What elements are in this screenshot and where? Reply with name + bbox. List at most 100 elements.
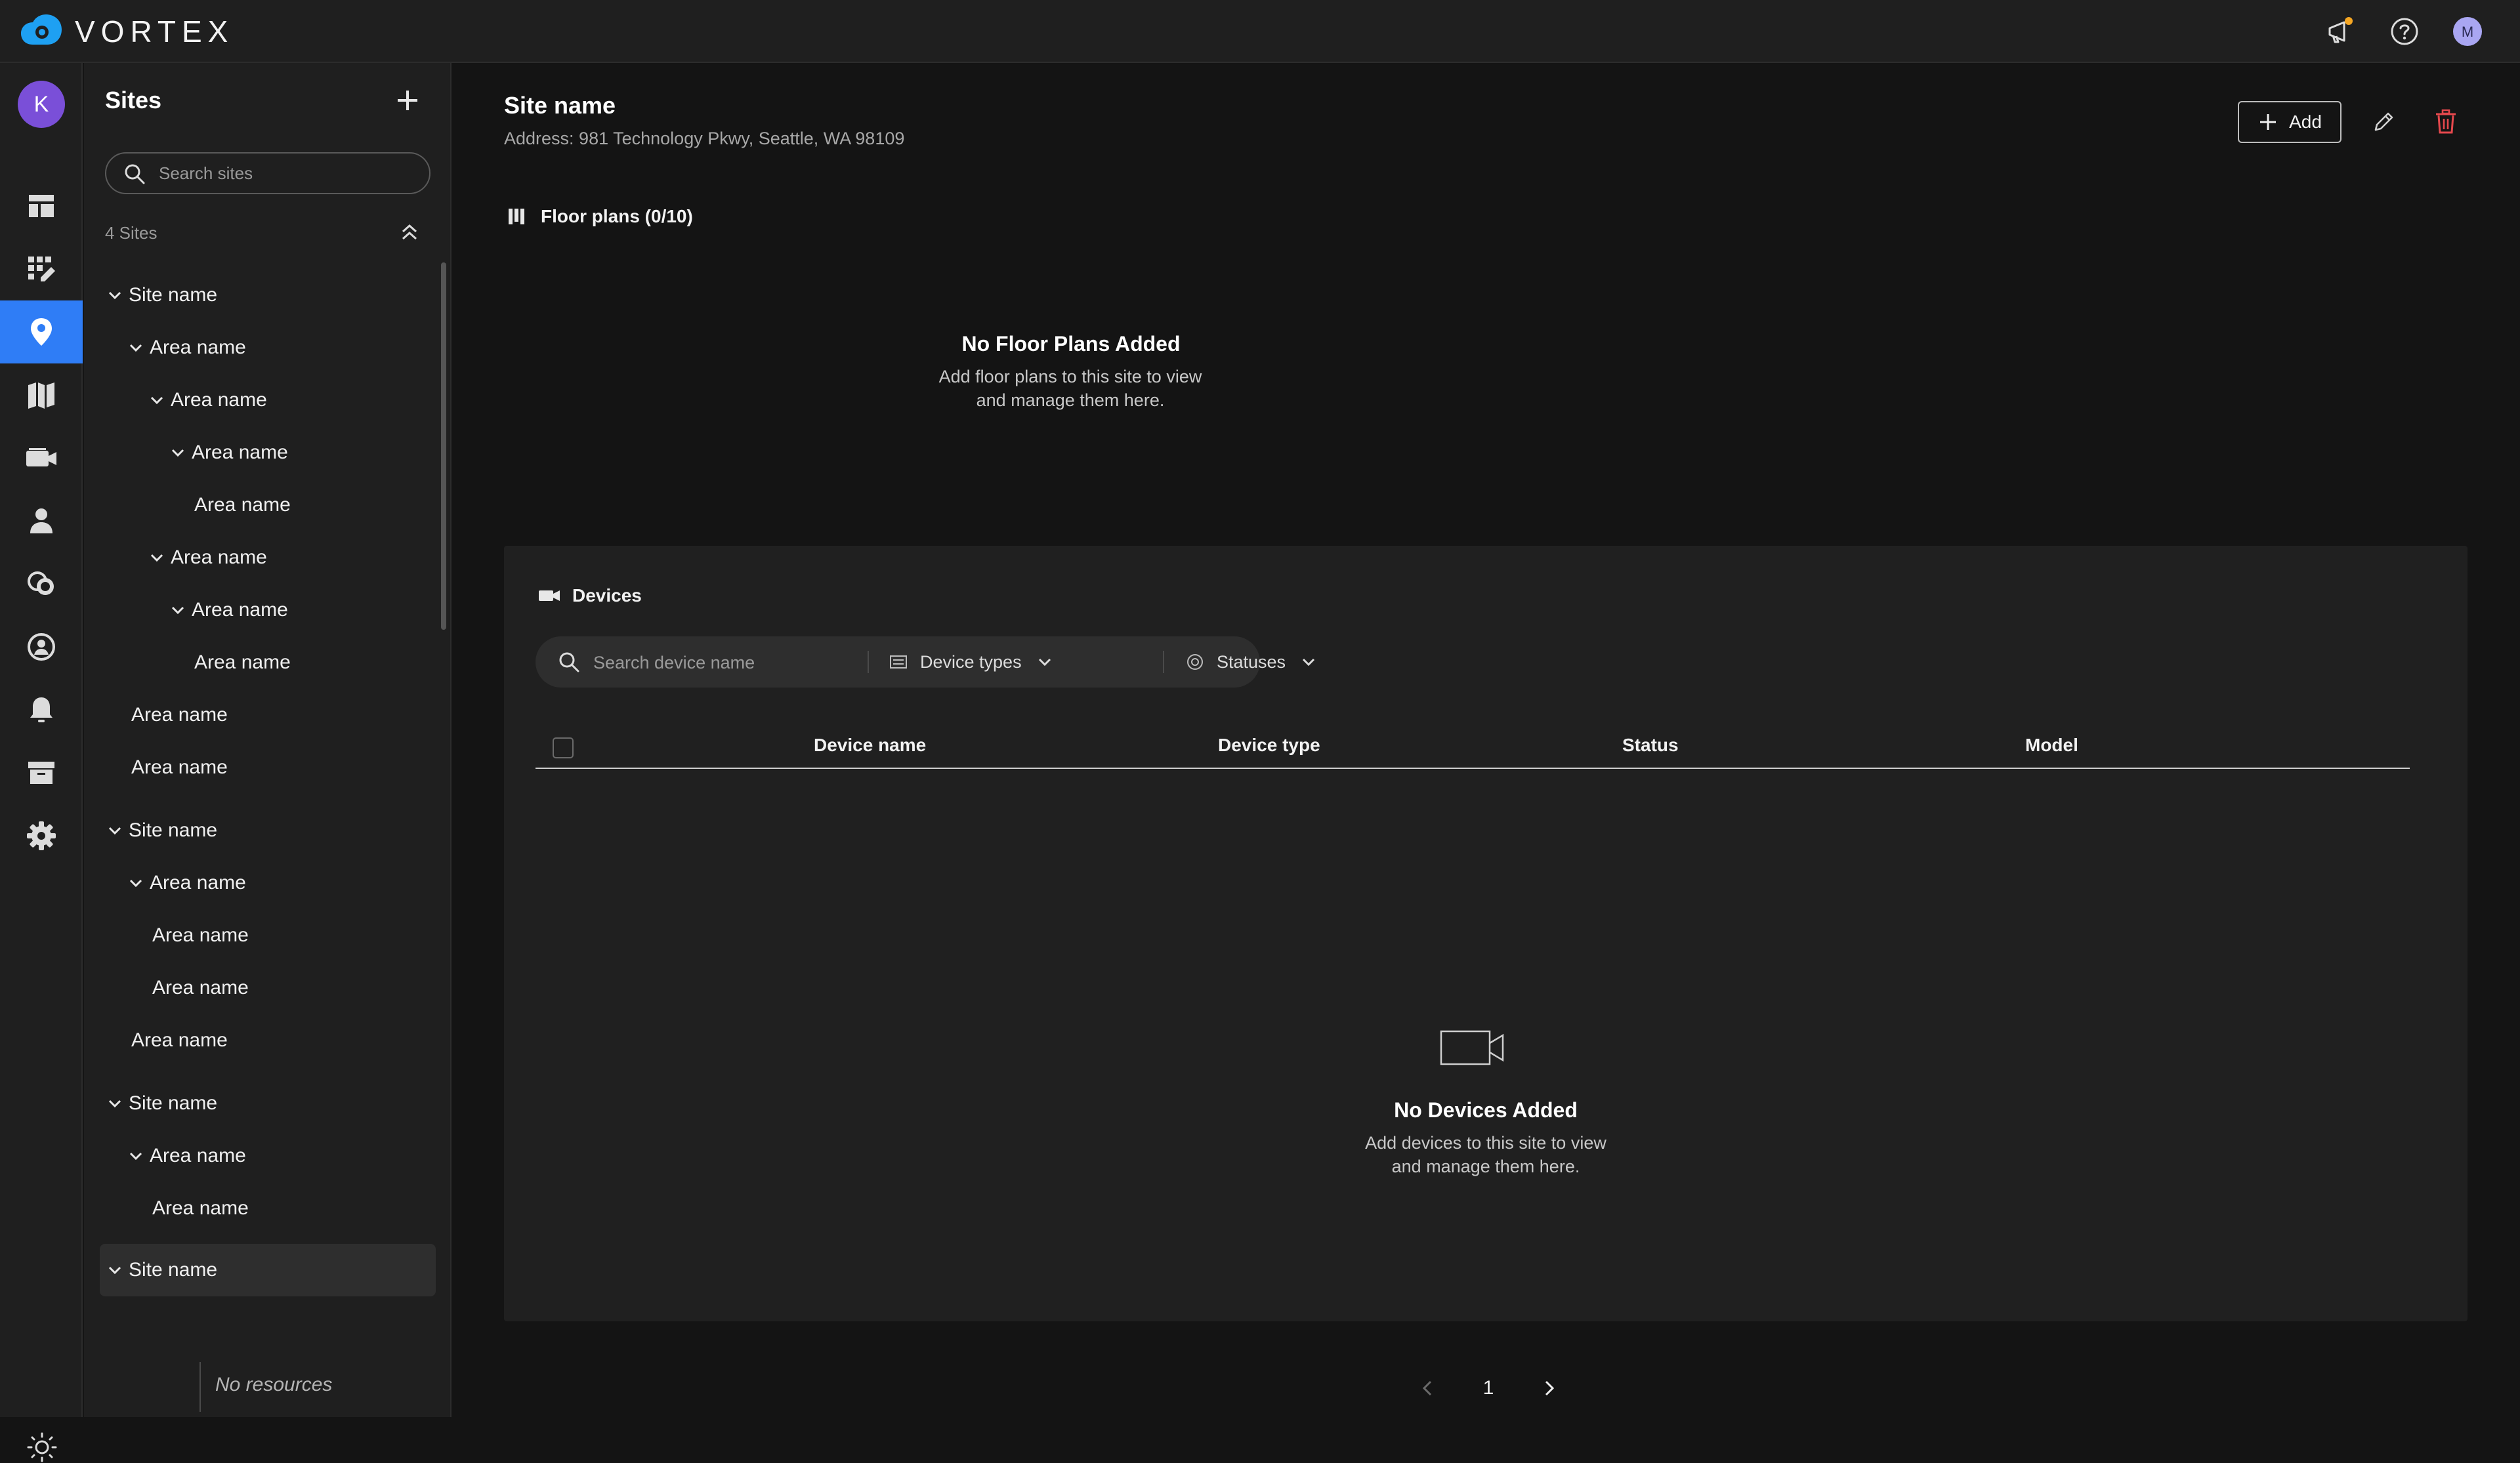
integrations-icon[interactable]	[0, 552, 83, 615]
chevron-down-icon[interactable]	[105, 1260, 125, 1280]
tree-item[interactable]: Area name	[168, 434, 288, 471]
main-content: Site name Address: 981 Technology Pkwy, …	[453, 63, 2520, 1417]
previous-page-icon[interactable]	[1415, 1375, 1441, 1401]
floor-plan-icon	[509, 209, 524, 224]
device-types-dropdown[interactable]: Device types	[889, 636, 1055, 688]
sites-location-icon[interactable]	[0, 300, 83, 363]
brand-name: VORTEX	[75, 14, 234, 49]
tree-item[interactable]: Area name	[194, 487, 291, 524]
device-list-icon	[890, 655, 907, 669]
chevron-down-icon	[1038, 658, 1051, 667]
device-search-input[interactable]	[593, 649, 849, 676]
chevron-down-icon[interactable]	[105, 1094, 125, 1113]
chevron-down-icon	[1303, 658, 1315, 667]
devices-card: Devices Device types Statuses Device nam…	[504, 546, 2468, 1321]
no-resources-label: No resources	[215, 1374, 333, 1395]
plus-icon	[2260, 114, 2277, 130]
chevron-down-icon[interactable]	[126, 873, 146, 893]
icon-rail: K	[0, 63, 83, 1462]
floor-plans-header: Floor plans (0/10)	[507, 206, 693, 227]
sites-panel: Sites 4 Sites Site name Area name Area n…	[84, 63, 452, 1417]
site-search-input[interactable]	[159, 160, 415, 186]
tree-item[interactable]: Area name	[168, 592, 288, 628]
chevron-down-icon[interactable]	[126, 338, 146, 358]
column-header-status[interactable]: Status	[1622, 735, 1679, 756]
search-icon	[125, 164, 145, 184]
statuses-dropdown[interactable]: Statuses	[1185, 636, 1318, 688]
archive-icon[interactable]	[0, 741, 83, 804]
settings-gear-icon[interactable]	[0, 804, 83, 867]
next-page-icon[interactable]	[1536, 1375, 1562, 1401]
chevron-down-icon[interactable]	[168, 443, 188, 463]
tree-item[interactable]: Area name	[131, 697, 228, 733]
camera-outline-icon	[1440, 1030, 1504, 1065]
status-icon	[1187, 654, 1203, 670]
bell-icon[interactable]	[0, 678, 83, 741]
user-icon[interactable]	[0, 489, 83, 552]
sites-panel-title: Sites	[105, 87, 162, 113]
chevron-down-icon[interactable]	[105, 285, 125, 305]
column-header-model[interactable]: Model	[2025, 735, 2078, 756]
add-button[interactable]: Add	[2238, 101, 2342, 143]
floor-plans-empty-text: Add floor plans to this site to view and…	[938, 367, 1202, 410]
select-all-checkbox[interactable]	[553, 737, 574, 758]
workspace-avatar[interactable]: K	[18, 81, 65, 128]
tree-item[interactable]: Area name	[194, 644, 291, 681]
site-address: Address: 981 Technology Pkwy, Seattle, W…	[504, 129, 905, 148]
tree-item[interactable]: Area name	[147, 539, 267, 576]
tree-item[interactable]: Area name	[147, 382, 267, 419]
devices-header: Devices	[538, 585, 642, 606]
column-header-device-name[interactable]: Device name	[814, 735, 926, 756]
tree-item[interactable]: Area name	[152, 917, 249, 954]
tree-item[interactable]: Area name	[131, 749, 228, 786]
tree-item[interactable]: Area name	[152, 1190, 249, 1227]
chevron-down-icon[interactable]	[126, 1146, 146, 1166]
chevron-down-icon[interactable]	[147, 390, 167, 410]
avatar[interactable]: M	[2452, 16, 2483, 47]
camera-icon	[539, 590, 560, 601]
delete-trash-icon[interactable]	[2432, 108, 2460, 135]
edit-pencil-icon[interactable]	[2370, 109, 2397, 135]
tree-item[interactable]: Area name	[152, 970, 249, 1006]
tree-item[interactable]: Area name	[126, 865, 246, 901]
devices-camera-icon[interactable]	[0, 426, 83, 489]
tree-item[interactable]: Area name	[126, 1138, 246, 1174]
tree-item[interactable]: Area name	[131, 1022, 228, 1059]
pagination: 1	[453, 1369, 2520, 1408]
tree-item-selected[interactable]: Site name	[100, 1244, 436, 1296]
top-bar: VORTEX M	[0, 0, 2520, 63]
floor-plans-empty-title: No Floor Plans Added	[961, 332, 1181, 356]
map-icon[interactable]	[0, 363, 83, 426]
devices-empty-text: Add devices to this site to view and man…	[1365, 1133, 1606, 1176]
current-page-number[interactable]: 1	[1475, 1375, 1502, 1401]
avatar-initial: M	[2462, 24, 2473, 40]
tree-guide-line	[200, 1362, 201, 1412]
chevron-down-icon[interactable]	[147, 548, 167, 567]
sites-count: 4 Sites	[105, 223, 158, 243]
tree-item[interactable]: Site name	[105, 812, 217, 849]
collapse-all-button[interactable]	[398, 220, 421, 244]
tree-scrollbar[interactable]	[441, 262, 446, 630]
tree-item[interactable]: Site name	[105, 1085, 217, 1122]
site-search-box[interactable]	[105, 152, 430, 194]
devices-empty-title: No Devices Added	[1394, 1098, 1578, 1122]
filter-divider	[868, 651, 869, 673]
search-icon	[559, 652, 579, 672]
theme-toggle-sun-icon[interactable]	[26, 1432, 58, 1463]
chevron-down-icon[interactable]	[168, 600, 188, 620]
dashboard-icon[interactable]	[0, 175, 83, 237]
announcement-icon[interactable]	[2324, 16, 2356, 47]
widgets-edit-icon[interactable]	[0, 237, 83, 300]
tree-item[interactable]: Site name	[105, 277, 217, 314]
vortex-logo-icon[interactable]	[20, 13, 66, 50]
add-site-button[interactable]	[392, 85, 423, 115]
chevron-down-icon[interactable]	[105, 821, 125, 840]
account-circle-icon[interactable]	[0, 615, 83, 678]
devices-table-header: Device name Device type Status Model	[536, 727, 2410, 769]
help-icon[interactable]	[2389, 16, 2420, 47]
page-title: Site name	[504, 92, 616, 119]
device-filter-bar: Device types Statuses	[536, 636, 1315, 688]
column-header-device-type[interactable]: Device type	[1218, 735, 1320, 756]
tree-item[interactable]: Area name	[126, 329, 246, 366]
filter-divider	[1163, 651, 1164, 673]
